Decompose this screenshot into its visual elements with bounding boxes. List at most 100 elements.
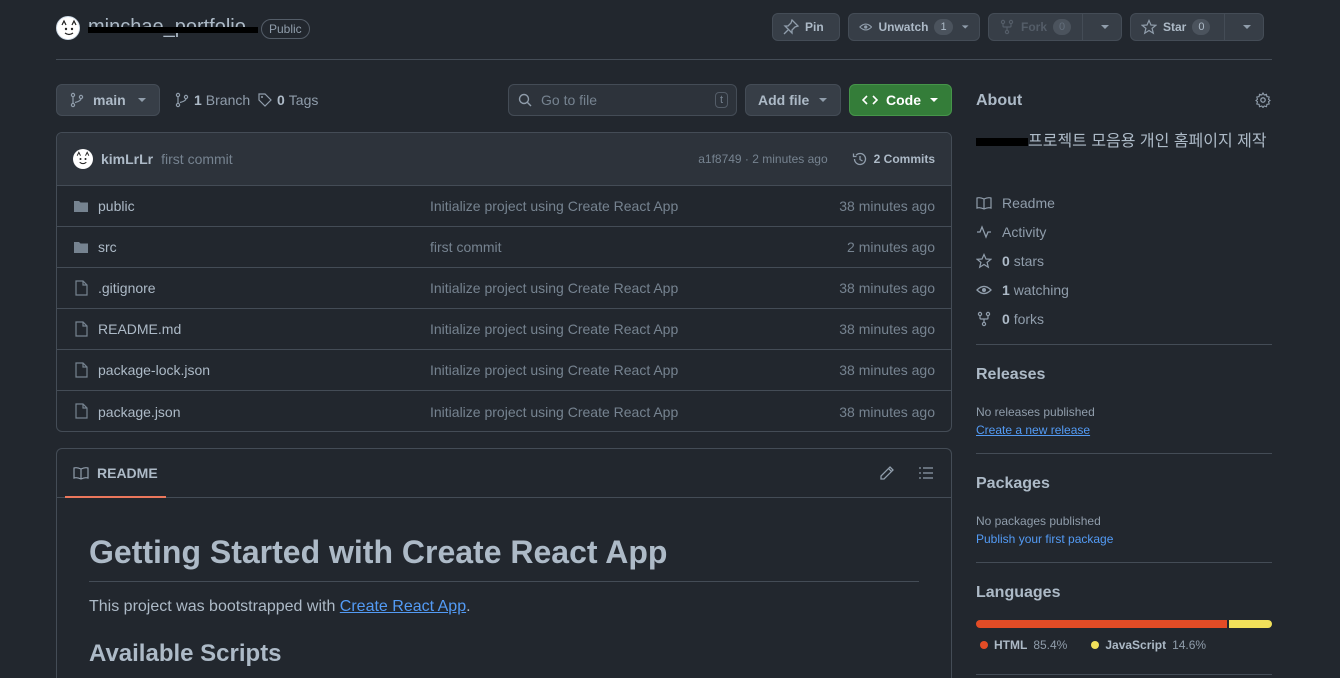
star-split-divider xyxy=(1224,13,1225,41)
file-commit-message[interactable]: Initialize project using Create React Ap… xyxy=(430,321,678,337)
fork-dropdown[interactable] xyxy=(1089,22,1121,32)
sidebar-divider xyxy=(976,562,1272,563)
fork-button[interactable]: Fork 0 xyxy=(988,13,1122,41)
file-commit-message[interactable]: Initialize project using Create React Ap… xyxy=(430,362,678,378)
file-name[interactable]: package-lock.json xyxy=(98,362,210,378)
watch-counter: 1 xyxy=(934,19,953,35)
outline-button[interactable] xyxy=(918,465,934,481)
file-row[interactable]: src first commit 2 minutes ago xyxy=(57,227,951,268)
about-item-fork[interactable]: 0 forks xyxy=(976,304,1272,333)
about-item-pulse[interactable]: Activity xyxy=(976,217,1272,246)
search-icon xyxy=(518,93,532,107)
language-bar-segment xyxy=(976,620,1228,628)
readme-heading-1: Getting Started with Create React App xyxy=(89,534,919,582)
language-dot xyxy=(980,641,988,649)
file-row[interactable]: package.json Initialize project using Cre… xyxy=(57,391,951,431)
file-commit-time: 38 minutes ago xyxy=(839,362,935,378)
sidebar-divider xyxy=(976,344,1272,345)
pin-icon xyxy=(783,19,799,35)
readme-heading-2: Available Scripts xyxy=(89,640,282,667)
file-commit-message[interactable]: Initialize project using Create React Ap… xyxy=(430,280,678,296)
file-row[interactable]: .gitignore Initialize project using Creat… xyxy=(57,268,951,309)
owner-avatar[interactable] xyxy=(56,16,80,40)
pulse-icon xyxy=(977,224,991,239)
latest-commit-bar: kimLrLr first commit a1f8749 · 2 minutes… xyxy=(57,133,951,186)
file-commit-time: 38 minutes ago xyxy=(839,321,935,337)
file-list: public Initialize project using Create Re… xyxy=(57,186,951,431)
folder-icon xyxy=(74,242,88,253)
eye-icon xyxy=(859,23,873,31)
language-bar-segment xyxy=(1229,620,1272,628)
pin-button[interactable]: Pin xyxy=(772,13,840,41)
branches-link[interactable]: 1 Branch xyxy=(174,92,250,108)
list-icon xyxy=(919,467,933,479)
gear-icon xyxy=(1255,92,1271,108)
readme-content: Getting Started with Create React App Th… xyxy=(57,498,951,668)
file-icon xyxy=(75,321,88,337)
file-row[interactable]: package-lock.json Initialize project usin… xyxy=(57,350,951,391)
readme-panel: README Getting Started with Create React… xyxy=(56,448,952,678)
folder-icon xyxy=(74,201,88,212)
about-item-book[interactable]: Readme xyxy=(976,188,1272,217)
file-commit-message[interactable]: Initialize project using Create React Ap… xyxy=(430,404,678,420)
eye-icon xyxy=(976,285,992,294)
file-commit-time: 2 minutes ago xyxy=(847,239,935,255)
about-item-star[interactable]: 0 stars xyxy=(976,246,1272,275)
file-commit-time: 38 minutes ago xyxy=(839,198,935,214)
file-name[interactable]: .gitignore xyxy=(98,280,156,296)
create-release-link[interactable]: Create a new release xyxy=(976,423,1090,437)
releases-title[interactable]: Releases xyxy=(976,366,1045,384)
about-settings-button[interactable] xyxy=(1255,92,1271,108)
file-row[interactable]: README.md Initialize project using Create… xyxy=(57,309,951,350)
history-icon xyxy=(852,152,866,166)
branch-icon xyxy=(175,92,189,108)
packages-empty: No packages published xyxy=(976,514,1101,528)
chevron-down-icon xyxy=(1243,25,1251,29)
commit-message[interactable]: first commit xyxy=(161,151,233,167)
readme-paragraph: This project was bootstrapped with Creat… xyxy=(89,598,471,615)
fork-icon xyxy=(977,311,991,326)
commit-hash-time[interactable]: a1f8749 · 2 minutes ago xyxy=(698,152,827,166)
chevron-down-icon xyxy=(819,98,827,102)
file-name[interactable]: README.md xyxy=(98,321,181,337)
about-item-eye[interactable]: 1 watching xyxy=(976,275,1272,304)
language-item[interactable]: JavaScript 14.6% xyxy=(1091,638,1206,652)
packages-title[interactable]: Packages xyxy=(976,475,1050,493)
avatar-face-icon xyxy=(73,149,93,169)
chevron-down-icon xyxy=(930,98,938,102)
file-name[interactable]: public xyxy=(98,198,135,214)
fork-split-divider xyxy=(1082,13,1083,41)
readme-tab[interactable]: README xyxy=(65,449,166,498)
unwatch-button[interactable]: Unwatch 1 xyxy=(848,13,980,41)
create-react-app-link[interactable]: Create React App xyxy=(340,598,466,615)
file-commit-time: 38 minutes ago xyxy=(839,403,935,420)
book-icon xyxy=(73,466,89,480)
redaction-bar xyxy=(88,27,258,33)
languages-list: HTML 85.4% JavaScript 14.6% xyxy=(980,638,1206,652)
star-button[interactable]: Star 0 xyxy=(1130,13,1264,41)
header-divider xyxy=(56,59,1272,60)
commit-author-avatar[interactable] xyxy=(73,149,93,169)
commits-link[interactable]: 2 Commits xyxy=(852,151,935,167)
file-row[interactable]: public Initialize project using Create Re… xyxy=(57,186,951,227)
code-button[interactable]: Code xyxy=(849,84,952,116)
edit-readme-button[interactable] xyxy=(879,465,895,481)
publish-package-link[interactable]: Publish your first package xyxy=(976,532,1113,546)
add-file-button[interactable]: Add file xyxy=(745,84,841,116)
branch-select-button[interactable]: main xyxy=(56,84,160,116)
about-title: About xyxy=(976,92,1023,109)
file-name[interactable]: src xyxy=(98,239,117,255)
commit-author[interactable]: kimLrLr xyxy=(101,151,153,167)
language-item[interactable]: HTML 85.4% xyxy=(980,638,1067,652)
star-dropdown[interactable] xyxy=(1231,22,1263,32)
file-commit-message[interactable]: first commit xyxy=(430,239,502,255)
about-list: Readme Activity 0 stars 1 watching 0 forks xyxy=(976,188,1272,333)
file-name[interactable]: package.json xyxy=(98,404,181,420)
file-commit-message[interactable]: Initialize project using Create React Ap… xyxy=(430,198,678,214)
tags-link[interactable]: 0 Tags xyxy=(257,92,318,108)
avatar-face-icon xyxy=(58,18,79,39)
chevron-down-icon xyxy=(1101,25,1109,29)
go-to-file-input[interactable]: Go to file t xyxy=(508,84,737,116)
fork-counter: 0 xyxy=(1053,19,1072,35)
redaction-bar xyxy=(976,137,1028,146)
